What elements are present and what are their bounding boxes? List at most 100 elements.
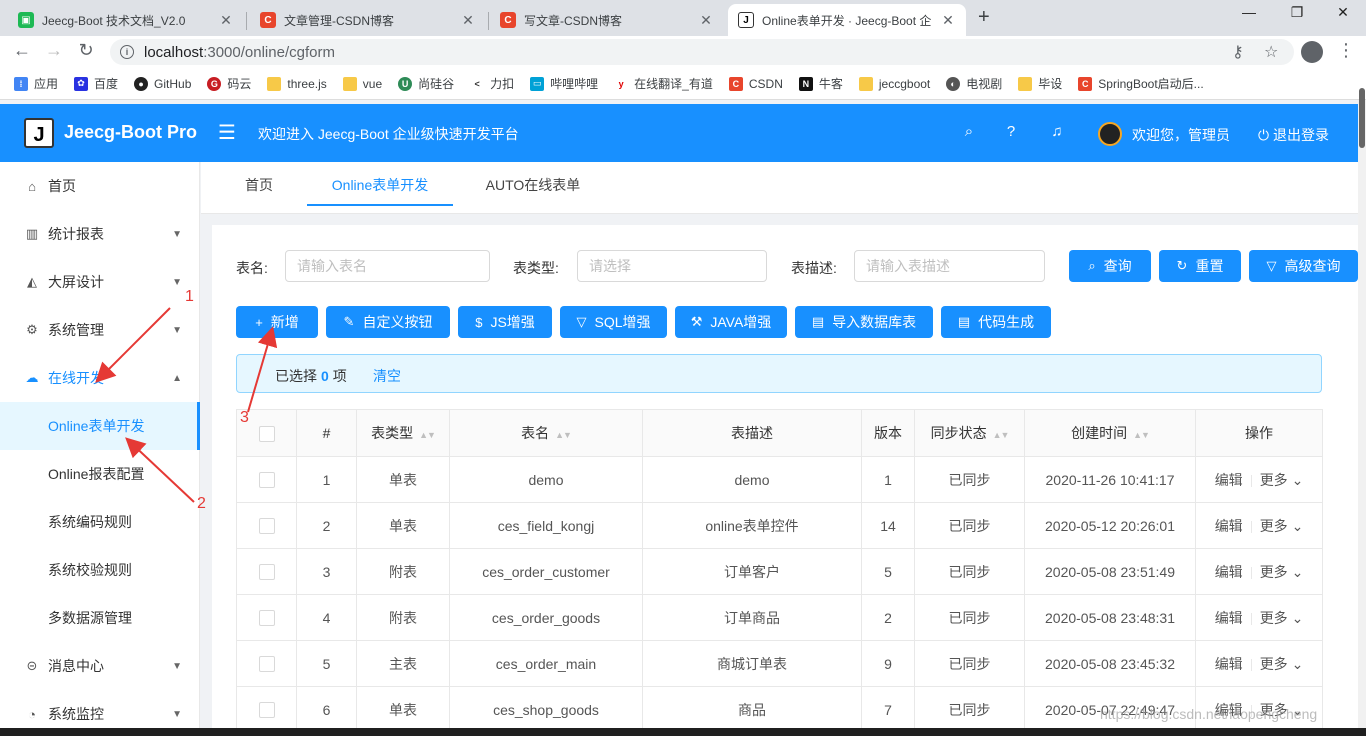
forward-button[interactable]: → [42, 40, 66, 61]
column-header[interactable]: 表类型 ▲▼ [356, 409, 450, 457]
user-greeting[interactable]: 欢迎您，管理员 [1132, 125, 1230, 145]
add-button[interactable]: + 新增 [236, 306, 318, 338]
column-header[interactable]: 同步状态 ▲▼ [914, 409, 1025, 457]
close-icon[interactable]: ✕ [218, 12, 234, 29]
new-tab-button[interactable]: + [978, 6, 990, 29]
import-db-button[interactable]: ▤ 导入数据库表 [795, 306, 933, 338]
row-checkbox[interactable] [258, 610, 275, 627]
bookmark-threejs[interactable]: three.js [267, 76, 327, 91]
row-checkbox[interactable] [258, 472, 275, 489]
sidebar-item-system[interactable]: ⚙ 系统管理 ▼ [0, 306, 200, 354]
minimize-button[interactable]: — [1226, 4, 1272, 20]
column-header[interactable]: 表名 ▲▼ [449, 409, 643, 457]
close-icon[interactable]: ✕ [460, 12, 476, 29]
edit-link[interactable]: 编辑 [1215, 564, 1243, 580]
star-icon[interactable]: ☆ [1264, 42, 1278, 62]
custom-button-button[interactable]: ✎ 自定义按钮 [326, 306, 450, 338]
sort-icon[interactable]: ▲▼ [1133, 430, 1150, 440]
maximize-button[interactable]: ❐ [1274, 4, 1320, 21]
row-checkbox[interactable] [258, 702, 275, 719]
sql-enhance-button[interactable]: ▽ SQL增强 [560, 306, 667, 338]
key-icon[interactable]: ⚷ [1232, 42, 1244, 62]
sidebar-item-datasource[interactable]: 多数据源管理 [0, 594, 200, 642]
close-icon[interactable]: ✕ [698, 12, 714, 29]
browser-tab[interactable]: ▣ Jeecg-Boot 技术文档_V2.0 ✕ [8, 4, 244, 36]
select-all-checkbox[interactable] [258, 425, 275, 442]
tab-home[interactable]: 首页 [231, 162, 287, 206]
row-checkbox[interactable] [258, 656, 275, 673]
url-input[interactable]: i localhost:3000/online/cgform [110, 39, 1294, 65]
sort-icon[interactable]: ▲▼ [993, 430, 1010, 440]
sidebar-item-reports[interactable]: ▥ 统计报表 ▼ [0, 210, 200, 258]
scrollbar-thumb[interactable] [1359, 88, 1365, 148]
advanced-query-button[interactable]: ▽ 高级查询 [1249, 250, 1358, 282]
sidebar-item-online-form[interactable]: Online表单开发 [0, 402, 200, 450]
tab-online-form[interactable]: Online表单开发 [307, 162, 453, 206]
bookmark-vue[interactable]: vue [342, 76, 382, 91]
bookmark-youdao[interactable]: y 在线翻译_有道 [614, 75, 713, 92]
profile-avatar[interactable] [1301, 41, 1323, 63]
more-dropdown[interactable]: 更多 ⌄ [1260, 472, 1304, 488]
user-avatar[interactable] [1098, 122, 1122, 146]
logout-button[interactable]: ⏻ 退出登录 [1258, 125, 1329, 145]
sidebar-item-code-rules[interactable]: 系统编码规则 [0, 498, 200, 546]
browser-tab[interactable]: C 文章管理-CSDN博客 ✕ [250, 4, 486, 36]
bookmark-leetcode[interactable]: < 力扣 [470, 75, 514, 92]
js-enhance-button[interactable]: $ JS增强 [458, 306, 552, 338]
sidebar-item-online-dev[interactable]: ☁ 在线开发 ▲ [0, 354, 200, 402]
bookmark-nowcoder[interactable]: N 牛客 [798, 75, 843, 92]
menu-fold-icon[interactable]: ☰ [218, 120, 236, 145]
info-icon[interactable]: i [120, 45, 134, 59]
back-button[interactable]: ← [10, 40, 34, 61]
query-button[interactable]: ⌕ 查询 [1069, 250, 1151, 282]
clear-selection-link[interactable]: 清空 [373, 366, 401, 386]
sidebar-item-validation-rules[interactable]: 系统校验规则 [0, 546, 200, 594]
row-checkbox[interactable] [258, 564, 275, 581]
browser-tab-active[interactable]: J Online表单开发 · Jeecg-Boot 企 ✕ [728, 4, 966, 36]
sidebar-item-bigscreen[interactable]: ◭ 大屏设计 ▼ [0, 258, 200, 306]
browser-menu-icon[interactable]: ⋮ [1337, 40, 1355, 61]
sidebar-item-online-report[interactable]: Online报表配置 [0, 450, 200, 498]
window-close-button[interactable]: ✕ [1320, 4, 1366, 21]
more-dropdown[interactable]: 更多 ⌄ [1260, 610, 1304, 626]
edit-link[interactable]: 编辑 [1215, 472, 1243, 488]
sort-icon[interactable]: ▲▼ [419, 430, 436, 440]
bookmark-gitee[interactable]: G 码云 [207, 75, 251, 92]
search-icon[interactable]: ⌕ [960, 123, 978, 140]
edit-link[interactable]: 编辑 [1215, 518, 1243, 534]
bookmark-csdn[interactable]: C CSDN [728, 76, 783, 91]
edit-link[interactable]: 编辑 [1215, 656, 1243, 672]
bookmark-tv[interactable]: ◐ 电视剧 [946, 75, 1002, 92]
row-checkbox[interactable] [258, 518, 275, 535]
bookmark-apps[interactable]: ⁞ 应用 [14, 75, 58, 92]
reload-button[interactable]: ↻ [74, 40, 98, 61]
edit-link[interactable]: 编辑 [1215, 610, 1243, 626]
table-name-input[interactable] [285, 250, 490, 282]
sort-icon[interactable]: ▲▼ [555, 430, 572, 440]
help-icon[interactable]: ? [1002, 123, 1020, 140]
row-number: 6 [296, 686, 357, 733]
close-icon[interactable]: ✕ [940, 12, 956, 29]
reset-button[interactable]: ↻ 重置 [1159, 250, 1241, 282]
bell-icon[interactable]: ♫ [1048, 123, 1066, 140]
sidebar-item-home[interactable]: ⌂ 首页 [0, 162, 200, 210]
bookmark-jeccgboot[interactable]: jeccgboot [858, 76, 930, 91]
bookmark-springboot[interactable]: C SpringBoot启动后... [1078, 75, 1204, 92]
bookmark-graduation[interactable]: 毕设 [1018, 75, 1062, 92]
tab-auto-form[interactable]: AUTO在线表单 [477, 162, 589, 206]
table-type-select[interactable] [577, 250, 767, 282]
bookmark-atguigu[interactable]: U 尚硅谷 [398, 75, 454, 92]
page-scrollbar[interactable] [1358, 100, 1366, 736]
browser-tab[interactable]: C 写文章-CSDN博客 ✕ [490, 4, 724, 36]
table-desc-input[interactable] [854, 250, 1045, 282]
bookmark-github[interactable]: ● GitHub [134, 76, 191, 91]
more-dropdown[interactable]: 更多 ⌄ [1260, 518, 1304, 534]
more-dropdown[interactable]: 更多 ⌄ [1260, 656, 1304, 672]
column-header[interactable]: 创建时间 ▲▼ [1024, 409, 1196, 457]
sidebar-item-messages[interactable]: ⊝ 消息中心 ▼ [0, 642, 200, 690]
codegen-button[interactable]: ▤ 代码生成 [941, 306, 1051, 338]
bookmark-bilibili[interactable]: ▭ 哔哩哔哩 [530, 75, 598, 92]
bookmark-baidu[interactable]: ✿ 百度 [74, 75, 118, 92]
more-dropdown[interactable]: 更多 ⌄ [1260, 564, 1304, 580]
java-enhance-button[interactable]: ⚒ JAVA增强 [675, 306, 787, 338]
